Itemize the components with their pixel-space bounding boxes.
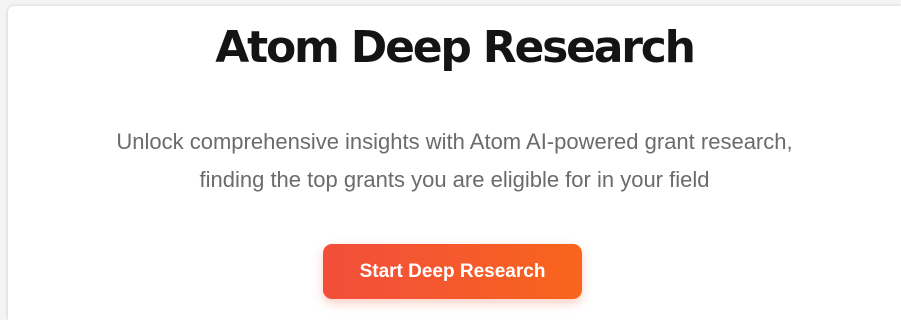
hero-subtitle-line-1: Unlock comprehensive insights with Atom … (116, 129, 793, 154)
hero-subtitle-line-2: finding the top grants you are eligible … (199, 167, 710, 192)
hero-subtitle: Unlock comprehensive insights with Atom … (8, 123, 901, 199)
start-deep-research-button[interactable]: Start Deep Research (323, 244, 582, 299)
hero-section: Atom Deep Research Unlock comprehensive … (8, 6, 901, 320)
content-panel: Atom Deep Research Unlock comprehensive … (8, 6, 901, 320)
page-title: Atom Deep Research (215, 22, 696, 73)
